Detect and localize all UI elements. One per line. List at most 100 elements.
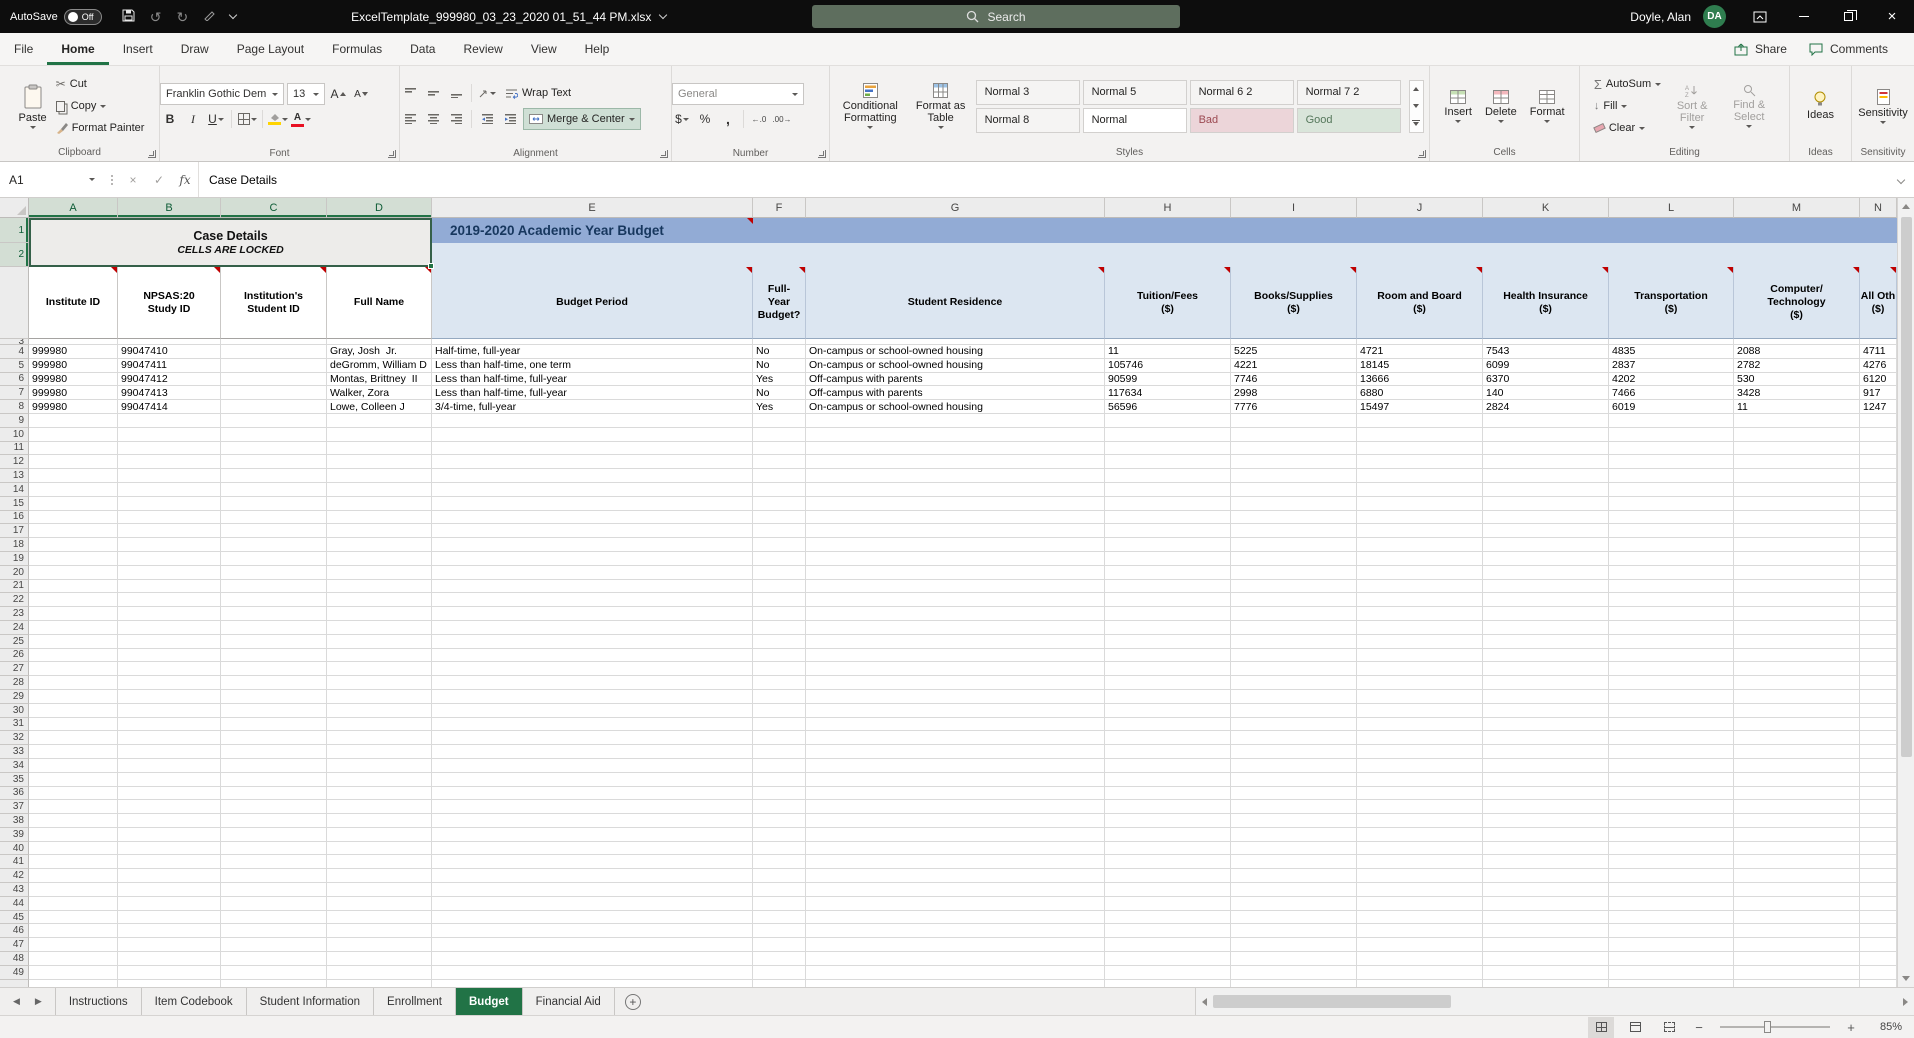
cell-F13[interactable] [753,469,806,483]
cell-B26[interactable] [118,649,221,663]
cell-B47[interactable] [118,938,221,952]
cell-M13[interactable] [1734,469,1860,483]
cell-H50[interactable] [1105,980,1231,987]
cell-style-normal-7-2[interactable]: Normal 7 2 [1297,80,1401,105]
cell-style-normal-6-2[interactable]: Normal 6 2 [1190,80,1294,105]
cell-F44[interactable] [753,897,806,911]
cell-E35[interactable] [432,773,753,787]
cell-D8[interactable]: Lowe, Colleen J [327,400,432,414]
cell-N40[interactable] [1860,842,1897,856]
cell-D9[interactable] [327,414,432,428]
cell-C34[interactable] [221,759,327,773]
cell-C6[interactable] [221,373,327,387]
cell-N8[interactable]: 1247 [1860,400,1897,414]
cell-C43[interactable] [221,883,327,897]
column-title-H[interactable]: Tuition/Fees ($) [1105,267,1231,339]
cell-A43[interactable] [29,883,118,897]
cell-B36[interactable] [118,787,221,801]
cell-F45[interactable] [753,911,806,925]
cell-F6[interactable]: Yes [753,373,806,387]
align-left-button[interactable] [400,109,420,129]
cell-J7[interactable]: 6880 [1357,386,1483,400]
delete-cells-button[interactable]: Delete [1481,69,1521,143]
cell-D31[interactable] [327,718,432,732]
row-header-8[interactable]: 8 [0,400,29,414]
column-title-I[interactable]: Books/Supplies ($) [1231,267,1357,339]
cell-F39[interactable] [753,828,806,842]
cell-L30[interactable] [1609,704,1734,718]
row-header-21[interactable]: 21 [0,580,29,594]
cell-K16[interactable] [1483,511,1609,525]
ribbon-tab-help[interactable]: Help [571,33,624,65]
cell-A28[interactable] [29,676,118,690]
cell-K8[interactable]: 2824 [1483,400,1609,414]
cell-I15[interactable] [1231,497,1357,511]
comments-button[interactable]: Comments [1809,42,1888,56]
cell-H11[interactable] [1105,442,1231,456]
cell-G11[interactable] [806,442,1105,456]
row-header-19[interactable]: 19 [0,552,29,566]
cell-M8[interactable]: 11 [1734,400,1860,414]
cell-D36[interactable] [327,787,432,801]
qat-customize-icon[interactable] [229,11,237,19]
row-header-48[interactable]: 48 [0,952,29,966]
cell-G29[interactable] [806,690,1105,704]
cell-H47[interactable] [1105,938,1231,952]
cell-K20[interactable] [1483,566,1609,580]
cell-L50[interactable] [1609,980,1734,987]
cell-style-good[interactable]: Good [1297,108,1401,133]
cell-M48[interactable] [1734,952,1860,966]
cell-N46[interactable] [1860,924,1897,938]
cell-L39[interactable] [1609,828,1734,842]
cell-M38[interactable] [1734,814,1860,828]
cell-G23[interactable] [806,607,1105,621]
cell-L7[interactable]: 7466 [1609,386,1734,400]
cell-F22[interactable] [753,593,806,607]
cell-B4[interactable]: 99047410 [118,345,221,359]
borders-button[interactable] [237,109,257,129]
cell-M5[interactable]: 2782 [1734,359,1860,373]
column-header-B[interactable]: B [118,198,221,218]
normal-view-button[interactable] [1588,1017,1614,1038]
alignment-dialog-launcher-icon[interactable] [660,150,668,158]
cell-E15[interactable] [432,497,753,511]
cell-D4[interactable]: Gray, Josh Jr. [327,345,432,359]
cell-N33[interactable] [1860,745,1897,759]
cell-M41[interactable] [1734,855,1860,869]
cell-E32[interactable] [432,731,753,745]
cell-J36[interactable] [1357,787,1483,801]
bold-button[interactable]: B [160,109,180,129]
italic-button[interactable]: I [183,109,203,129]
cell-B46[interactable] [118,924,221,938]
cell-N21[interactable] [1860,580,1897,594]
cell-B33[interactable] [118,745,221,759]
cell-A34[interactable] [29,759,118,773]
row-header-38[interactable]: 38 [0,814,29,828]
cell-A37[interactable] [29,800,118,814]
cell-N18[interactable] [1860,538,1897,552]
cell-J11[interactable] [1357,442,1483,456]
cell-F9[interactable] [753,414,806,428]
cell-F31[interactable] [753,718,806,732]
row-header-17[interactable]: 17 [0,524,29,538]
cell-B17[interactable] [118,524,221,538]
cell-G13[interactable] [806,469,1105,483]
cell-E27[interactable] [432,662,753,676]
cell-H45[interactable] [1105,911,1231,925]
ribbon-tab-page-layout[interactable]: Page Layout [223,33,318,65]
cell-B10[interactable] [118,428,221,442]
row-header-22[interactable]: 22 [0,593,29,607]
cell-I5[interactable]: 4221 [1231,359,1357,373]
increase-decimal-button[interactable]: ←.0 [749,109,769,129]
cell-F24[interactable] [753,621,806,635]
cell-H35[interactable] [1105,773,1231,787]
cell-A41[interactable] [29,855,118,869]
fill-color-button[interactable] [268,109,288,129]
row-header-10[interactable]: 10 [0,428,29,442]
cell-A32[interactable] [29,731,118,745]
cell-B40[interactable] [118,842,221,856]
merge-center-button[interactable]: Merge & Center [523,108,641,130]
confirm-entry-icon[interactable]: ✓ [146,173,172,187]
cell-B35[interactable] [118,773,221,787]
cell-A15[interactable] [29,497,118,511]
